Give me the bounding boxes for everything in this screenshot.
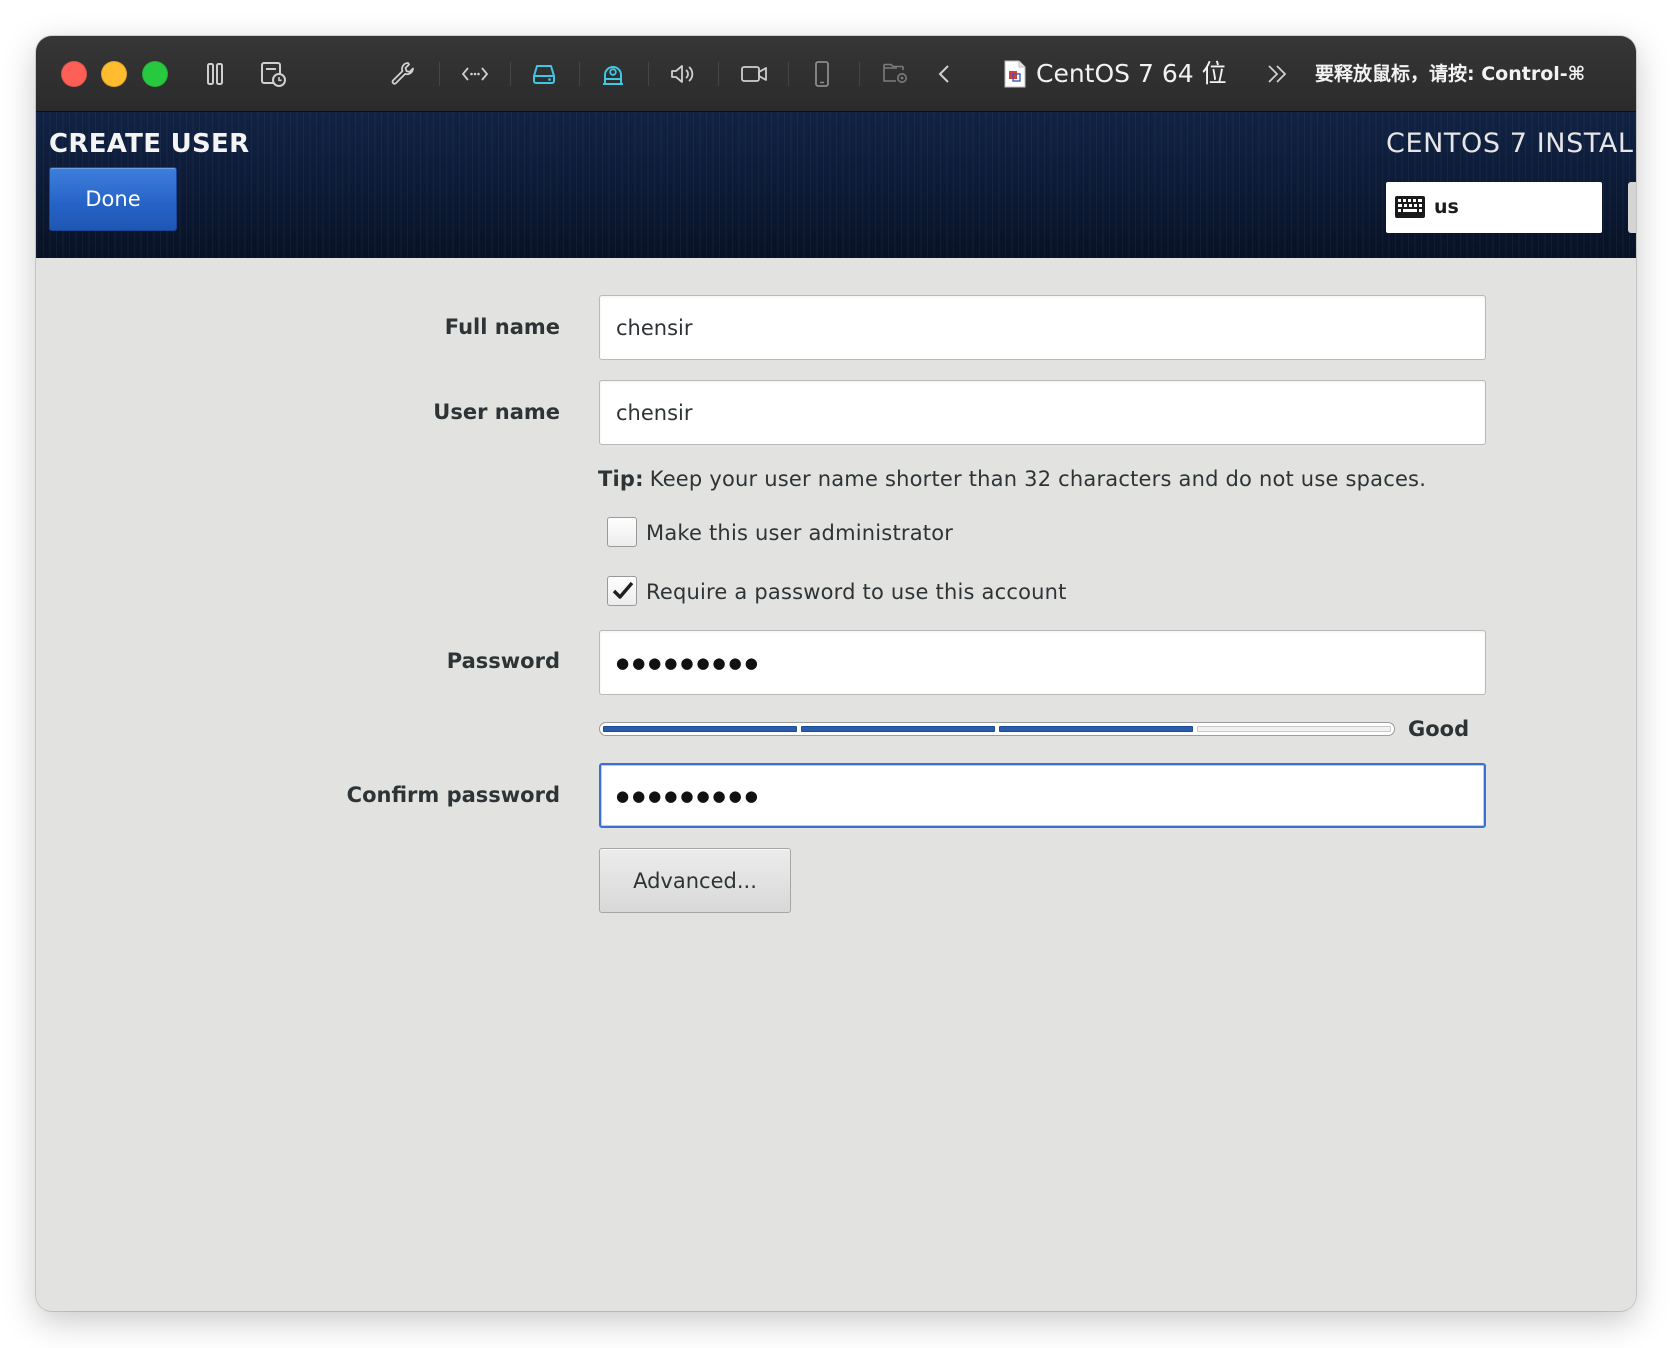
chevron-left-icon[interactable]: [930, 59, 960, 89]
hard-drive-icon[interactable]: [529, 59, 559, 89]
toolbar-separator: [510, 62, 511, 86]
toolbar-separator: [439, 62, 440, 86]
create-user-form: Full name User name Tip:Keep your user n…: [36, 258, 1636, 1311]
strength-segment: [1197, 726, 1391, 732]
page-title: CREATE USER: [49, 129, 250, 159]
release-mouse-hint: 要释放鼠标，请按: Control-⌘: [1315, 63, 1586, 85]
tip-prefix: Tip:: [598, 467, 644, 491]
toolbar-separator: [648, 62, 649, 86]
toolbar-separator: [718, 62, 719, 86]
close-window-button[interactable]: [61, 61, 87, 87]
toolbar-separator: [579, 62, 580, 86]
product-title: CENTOS 7 INSTAL: [1386, 128, 1634, 159]
title-bar: CentOS 7 64 位 要释放鼠标，请按: Control-⌘: [36, 36, 1636, 112]
user-name-input[interactable]: [599, 380, 1486, 445]
code-icon[interactable]: [460, 59, 490, 89]
user-name-tip: Tip: Keep your user name shorter than 32 …: [598, 464, 1426, 494]
video-camera-icon[interactable]: [739, 59, 769, 89]
shared-folder-icon[interactable]: [881, 59, 911, 89]
password-strength-bar: [599, 722, 1395, 736]
require-password-label[interactable]: Require a password to use this account: [646, 577, 1067, 607]
strength-segment: [999, 726, 1193, 732]
require-password-checkbox[interactable]: [607, 576, 637, 606]
done-button[interactable]: Done: [49, 167, 177, 231]
spoke-header: CREATE USER Done CENTOS 7 INSTAL us: [36, 112, 1636, 258]
confirm-password-label: Confirm password: [346, 783, 560, 807]
keyboard-icon: [1395, 194, 1425, 220]
strength-segment: [801, 726, 995, 732]
full-name-label: Full name: [444, 315, 560, 339]
help-button[interactable]: [1628, 182, 1636, 233]
admin-checkbox-label[interactable]: Make this user administrator: [646, 518, 953, 548]
vm-window: CentOS 7 64 位 要释放鼠标，请按: Control-⌘ CREATE…: [36, 36, 1636, 1311]
double-chevron-right-icon[interactable]: [1263, 59, 1293, 89]
webcam-icon[interactable]: [598, 59, 628, 89]
user-name-label: User name: [433, 400, 560, 424]
confirm-password-input[interactable]: [599, 763, 1486, 828]
tip-text: Keep your user name shorter than 32 char…: [649, 467, 1427, 491]
keyboard-layout-indicator[interactable]: us: [1386, 182, 1602, 233]
snapshot-icon[interactable]: [258, 59, 288, 89]
toolbar-separator: [859, 62, 860, 86]
full-name-input[interactable]: [599, 295, 1486, 360]
admin-checkbox[interactable]: [607, 517, 637, 547]
window-title: CentOS 7 64 位: [1036, 59, 1227, 88]
speaker-icon[interactable]: [667, 59, 697, 89]
toolbar-separator: [788, 62, 789, 86]
zoom-window-button[interactable]: [142, 61, 168, 87]
keyboard-layout-label: us: [1434, 196, 1459, 218]
password-input[interactable]: [599, 630, 1486, 695]
phone-icon[interactable]: [807, 59, 837, 89]
password-label: Password: [446, 649, 560, 673]
pause-icon[interactable]: [200, 59, 230, 89]
document-icon: [1004, 60, 1026, 88]
minimize-window-button[interactable]: [101, 61, 127, 87]
advanced-button[interactable]: Advanced...: [599, 848, 791, 913]
strength-segment: [603, 726, 797, 732]
wrench-icon[interactable]: [388, 59, 418, 89]
password-strength-label: Good: [1408, 717, 1470, 741]
